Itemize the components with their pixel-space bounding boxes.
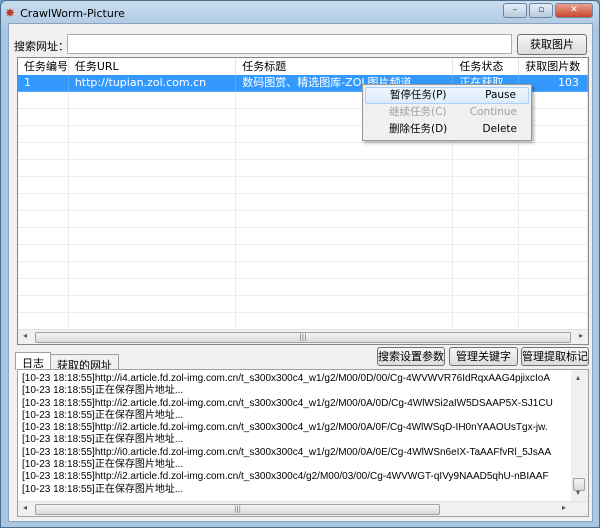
log-line: [10-23 18:18:55]http://i0.article.fd.zol… <box>22 446 552 458</box>
empty-row <box>18 211 588 228</box>
empty-row <box>18 245 588 262</box>
col-header-url[interactable]: 任务URL <box>69 58 237 75</box>
col-header-status[interactable]: 任务状态 <box>453 58 520 75</box>
log-lines[interactable]: [10-23 18:18:55]http://i4.article.fd.zol… <box>22 373 567 496</box>
app-window: ✸ CrawlWorm-Picture – ▫ ✕ 搜索网址： 获取图片 任务编… <box>0 0 600 528</box>
col-header-title[interactable]: 任务标题 <box>236 58 454 75</box>
cell-url: http://tupian.zol.com.cn <box>68 75 237 92</box>
log-horizontal-scrollbar[interactable]: ◂ ||| ▸ <box>18 501 588 516</box>
maximize-button[interactable]: ▫ <box>529 3 553 18</box>
empty-row <box>18 279 588 296</box>
empty-row <box>18 194 588 211</box>
scroll-right-icon[interactable]: ▸ <box>562 503 566 512</box>
table-horizontal-scrollbar[interactable]: ◂ ||| ▸ <box>18 329 588 344</box>
fetch-images-button[interactable]: 获取图片 <box>517 34 587 55</box>
search-url-label: 搜索网址： <box>14 40 69 53</box>
menu-item-pause[interactable]: 暂停任务(P) Pause <box>365 87 529 104</box>
scroll-right-icon[interactable]: ▸ <box>579 331 583 340</box>
title-bar: ✸ CrawlWorm-Picture <box>5 4 125 22</box>
log-line: [10-23 18:18:55]http://i2.article.fd.zol… <box>22 471 549 483</box>
scroll-thumb[interactable]: ||| <box>35 504 440 515</box>
menu-item-continue: 继续任务(C) Continue <box>365 104 529 121</box>
window-title: CrawlWorm-Picture <box>20 6 125 20</box>
log-line: [10-23 18:18:55]http://i2.article.fd.zol… <box>22 397 553 409</box>
log-line: [10-23 18:18:55]正在保存图片地址... <box>22 409 184 421</box>
empty-row <box>18 296 588 313</box>
menu-label-en: Continue <box>469 106 517 118</box>
log-line: [10-23 18:18:55]正在保存图片地址... <box>22 434 184 446</box>
scroll-left-icon[interactable]: ◂ <box>23 331 27 340</box>
menu-label-en: Delete <box>482 123 518 135</box>
menu-label: 暂停任务(P) <box>390 89 447 101</box>
empty-row <box>18 262 588 279</box>
search-url-input[interactable] <box>67 34 512 54</box>
minimize-button[interactable]: – <box>503 3 527 18</box>
log-line: [10-23 18:18:55]http://i4.article.fd.zol… <box>22 373 551 384</box>
log-line: [10-23 18:18:55]正在保存图片地址... <box>22 483 184 495</box>
manage-keywords-button[interactable]: 管理关键字 <box>449 347 518 366</box>
tab-fetched-urls[interactable]: 获取的网址 <box>50 354 119 372</box>
log-line: [10-23 18:18:55]正在保存图片地址... <box>22 459 184 471</box>
col-header-id[interactable]: 任务编号 <box>18 58 69 75</box>
spider-logo-icon: ✸ <box>5 6 16 20</box>
table-header: 任务编号 任务URL 任务标题 任务状态 获取图片数 <box>18 58 588 75</box>
menu-label: 删除任务(D) <box>389 123 448 135</box>
scroll-down-icon[interactable]: ▾ <box>576 488 580 497</box>
menu-label: 继续任务(C) <box>389 106 447 118</box>
search-settings-button[interactable]: 搜索设置参数 <box>377 347 445 366</box>
empty-row <box>18 143 588 160</box>
log-vertical-scrollbar[interactable]: ▴ ▾ <box>571 370 588 503</box>
client-area: 搜索网址： 获取图片 任务编号 任务URL 任务标题 任务状态 获取图片数 1 … <box>8 23 593 522</box>
log-line: [10-23 18:18:55]http://i2.article.fd.zol… <box>22 422 548 434</box>
scroll-thumb[interactable]: ||| <box>35 332 571 343</box>
empty-row <box>18 160 588 177</box>
empty-row <box>18 313 588 330</box>
close-button[interactable]: ✕ <box>555 3 593 18</box>
cell-id: 1 <box>18 75 69 92</box>
context-menu: 暂停任务(P) Pause 继续任务(C) Continue 删除任务(D) Dele… <box>362 84 532 141</box>
empty-row <box>18 177 588 194</box>
menu-label-en: Pause <box>485 89 516 101</box>
manage-marks-button[interactable]: 管理提取标记 <box>521 347 589 366</box>
empty-row <box>18 228 588 245</box>
scroll-left-icon[interactable]: ◂ <box>23 503 27 512</box>
log-line: [10-23 18:18:55]正在保存图片地址... <box>22 385 184 397</box>
tab-log[interactable]: 日志 <box>15 352 51 370</box>
scroll-up-icon[interactable]: ▴ <box>576 373 580 382</box>
log-panel: [10-23 18:18:55]http://i4.article.fd.zol… <box>17 369 589 517</box>
col-header-count[interactable]: 获取图片数 <box>519 58 588 75</box>
menu-item-delete[interactable]: 删除任务(D) Delete <box>365 121 529 138</box>
